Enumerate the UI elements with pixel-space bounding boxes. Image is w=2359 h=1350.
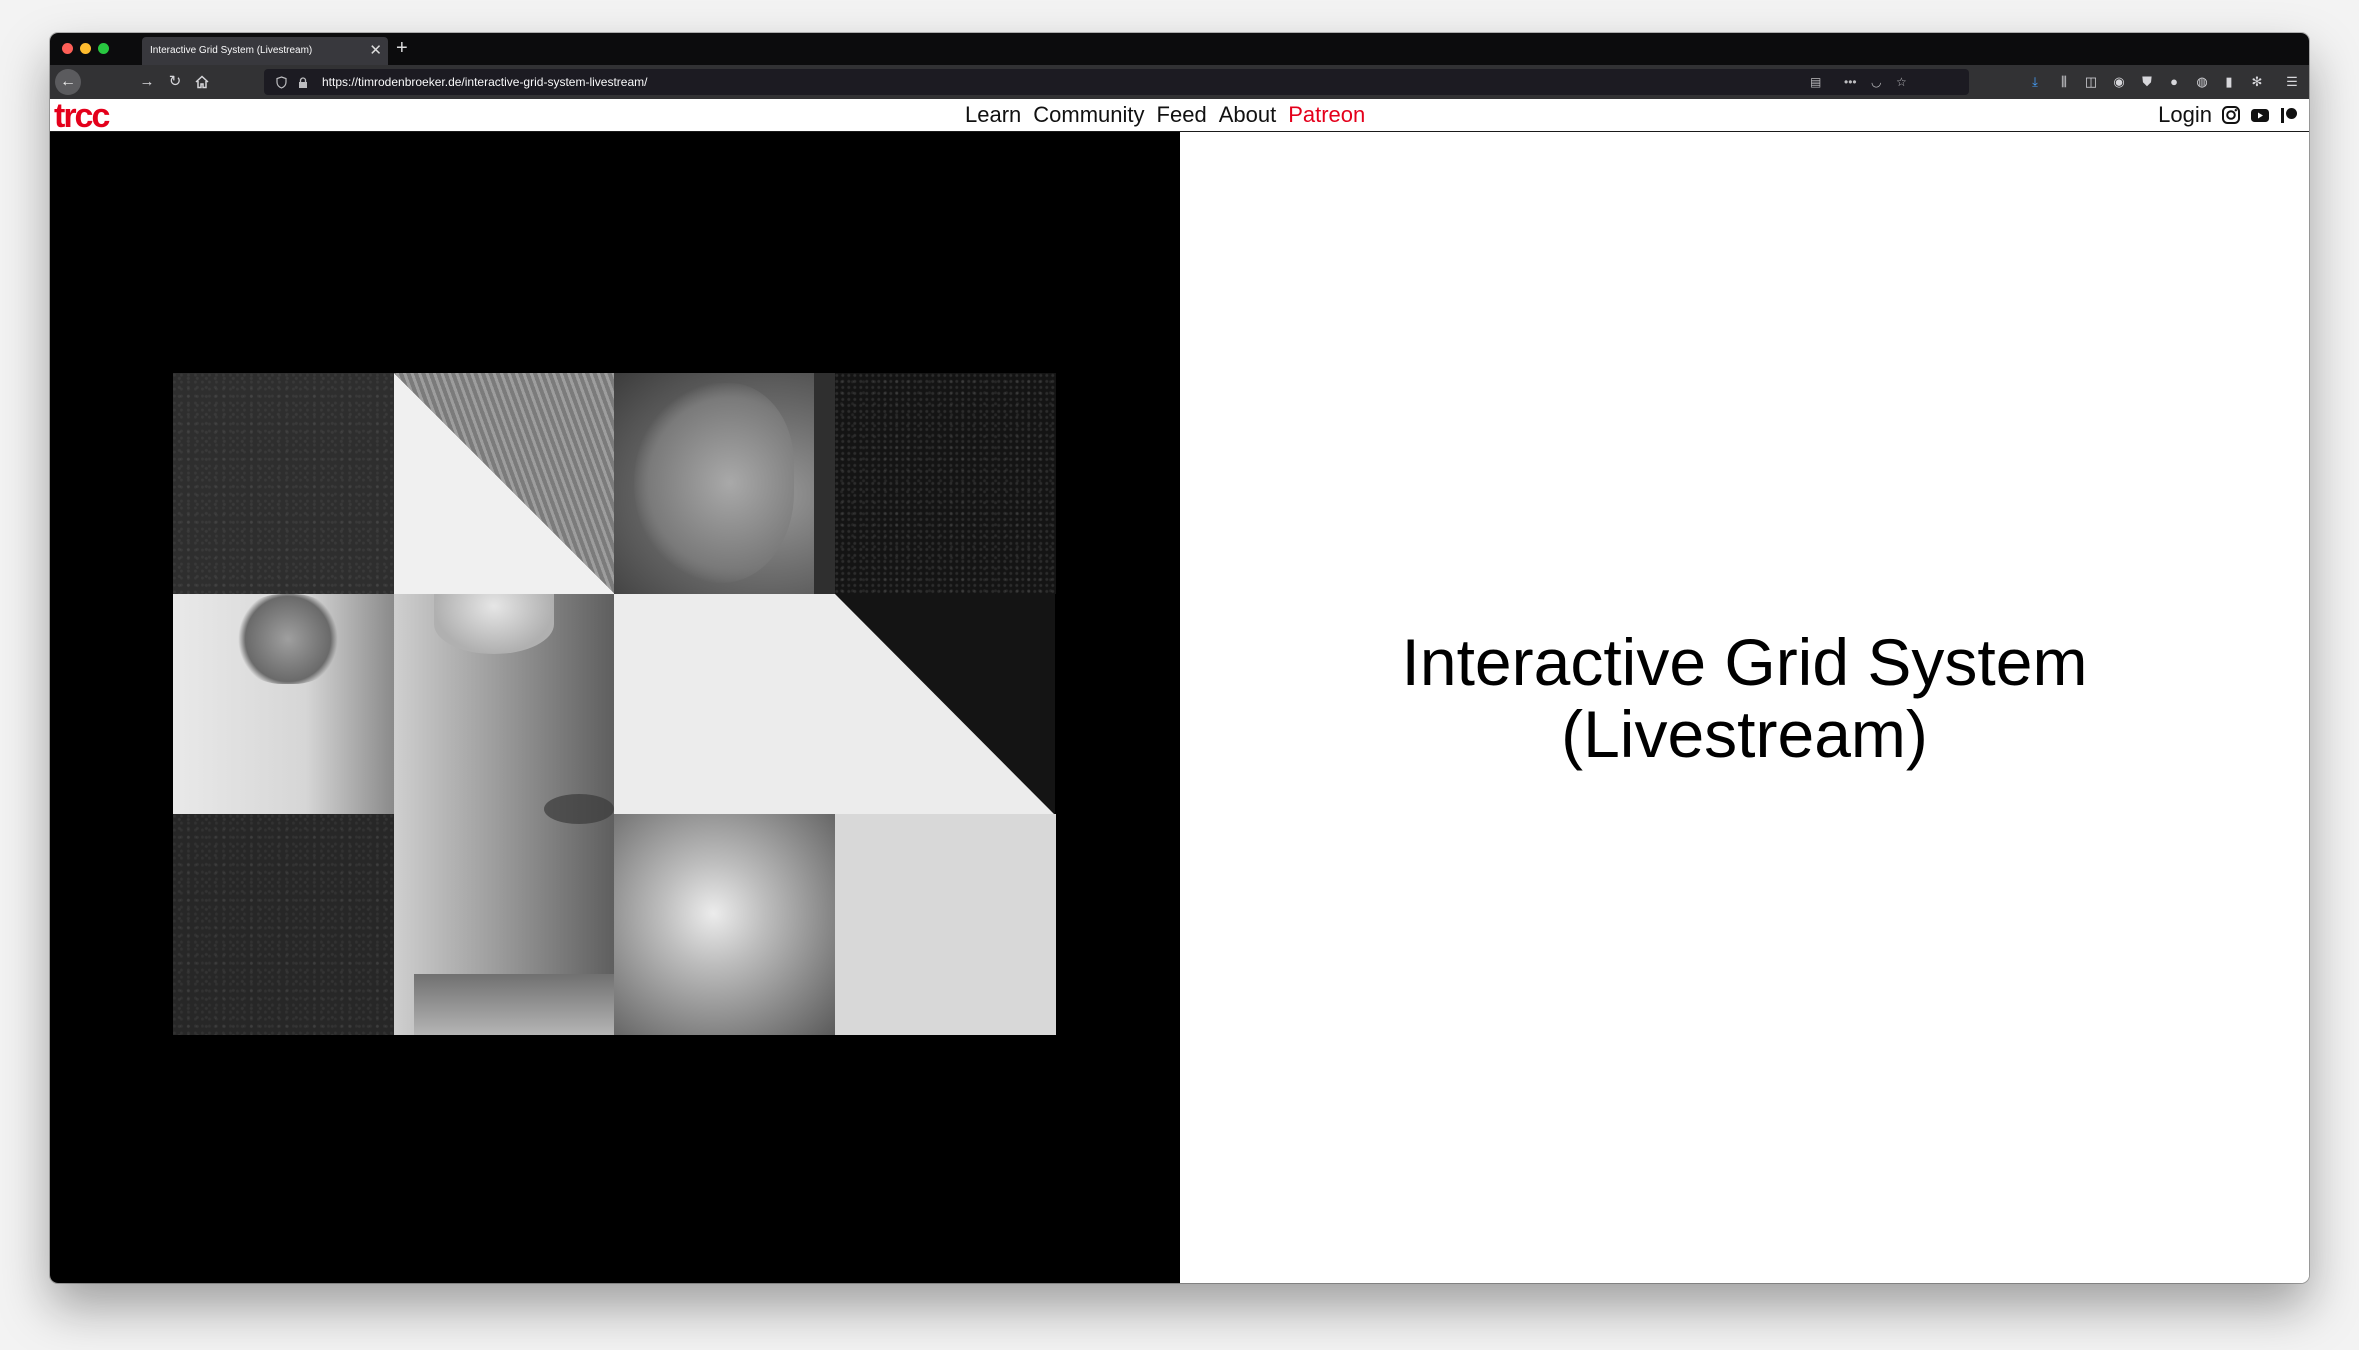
hero-text-pane: Interactive Grid System (Livestream) (1180, 132, 2309, 1283)
back-button[interactable]: ← (55, 69, 81, 95)
browser-window: Interactive Grid System (Livestream) ✕ +… (50, 33, 2309, 1283)
lock-icon[interactable] (298, 69, 308, 95)
login-link[interactable]: Login (2158, 102, 2212, 128)
reload-icon: ↻ (168, 73, 182, 90)
tab-active[interactable]: Interactive Grid System (Livestream) ✕ (142, 37, 388, 65)
close-window-button[interactable] (62, 43, 73, 54)
patreon-icon[interactable] (2279, 105, 2299, 125)
page-title: Interactive Grid System (Livestream) (1180, 132, 2309, 1283)
home-icon (195, 75, 209, 89)
home-button[interactable] (191, 69, 213, 95)
grid-cell-triangle-statue (394, 373, 615, 594)
grid-cell-dark-texture (173, 373, 394, 594)
forward-button[interactable]: → (136, 69, 158, 95)
maximize-window-button[interactable] (98, 43, 109, 54)
extension-check-icon[interactable]: ◍ (2191, 69, 2213, 95)
address-bar[interactable]: https://timrodenbroeker.de/interactive-g… (264, 69, 1969, 95)
sidebar-icon[interactable]: ◫ (2080, 69, 2102, 95)
main-menu: Learn Community Feed About Patreon (965, 99, 1365, 131)
extension-gear-icon[interactable]: ✻ (2246, 69, 2268, 95)
downloads-icon[interactable]: ⤓ (2024, 69, 2046, 95)
minimize-window-button[interactable] (80, 43, 91, 54)
extension-clipboard-icon[interactable]: ▮ (2218, 69, 2240, 95)
url-text[interactable]: https://timrodenbroeker.de/interactive-g… (322, 69, 647, 95)
library-icon[interactable]: ⫼ (2053, 69, 2075, 95)
shield-icon[interactable] (276, 69, 287, 95)
extension-info-icon[interactable]: ● (2163, 69, 2185, 95)
grid-cell-light-gray (835, 814, 1056, 1035)
menu-item-patreon[interactable]: Patreon (1288, 102, 1365, 128)
tab-title: Interactive Grid System (Livestream) (150, 45, 313, 56)
grid-cell-statue-profile (614, 373, 835, 594)
site-logo[interactable]: trcc (54, 99, 110, 133)
reload-button[interactable]: ↻ (164, 69, 186, 95)
tab-strip: Interactive Grid System (Livestream) ✕ + (50, 33, 2309, 65)
page-title-line2: (Livestream) (1561, 696, 1928, 771)
grid-cell-statue-face (394, 594, 615, 1035)
hero-image-pane (50, 132, 1180, 1283)
grid-artwork (173, 373, 1056, 1035)
grid-cell-statue-shoulder (614, 814, 835, 1035)
pocket-icon[interactable]: ◡ (1871, 69, 1881, 95)
site-header: trcc Learn Community Feed About Patreon … (50, 99, 2309, 133)
grid-cell-black-texture (835, 373, 1056, 594)
navigation-toolbar: ← → ↻ https://timrodenbroeker.de/interac… (50, 65, 2309, 99)
instagram-icon[interactable] (2221, 105, 2241, 125)
extension-shield-icon[interactable]: ⛊ (2136, 69, 2158, 95)
grid-cell-dark-texture-2 (173, 814, 394, 1035)
reader-view-icon[interactable]: ▤ (1810, 69, 1821, 95)
bookmark-star-icon[interactable]: ☆ (1896, 69, 1907, 95)
arrow-left-icon: ← (60, 73, 76, 90)
arrow-right-icon: → (139, 73, 155, 90)
grid-cell-white-shape (614, 594, 1055, 815)
menu-item-about[interactable]: About (1219, 102, 1277, 128)
header-right-links: Login (2158, 99, 2299, 131)
youtube-icon[interactable] (2250, 105, 2270, 125)
menu-hamburger-icon[interactable]: ☰ (2281, 69, 2303, 95)
menu-item-feed[interactable]: Feed (1157, 102, 1207, 128)
grid-cell-statue-hair (173, 594, 394, 815)
tab-close-icon[interactable]: ✕ (369, 37, 382, 65)
page-actions-icon[interactable]: ••• (1844, 69, 1857, 95)
page-title-line1: Interactive Grid System (1401, 624, 2088, 699)
account-icon[interactable]: ◉ (2108, 69, 2130, 95)
new-tab-button[interactable]: + (396, 35, 408, 61)
menu-item-community[interactable]: Community (1033, 102, 1144, 128)
menu-item-learn[interactable]: Learn (965, 102, 1021, 128)
